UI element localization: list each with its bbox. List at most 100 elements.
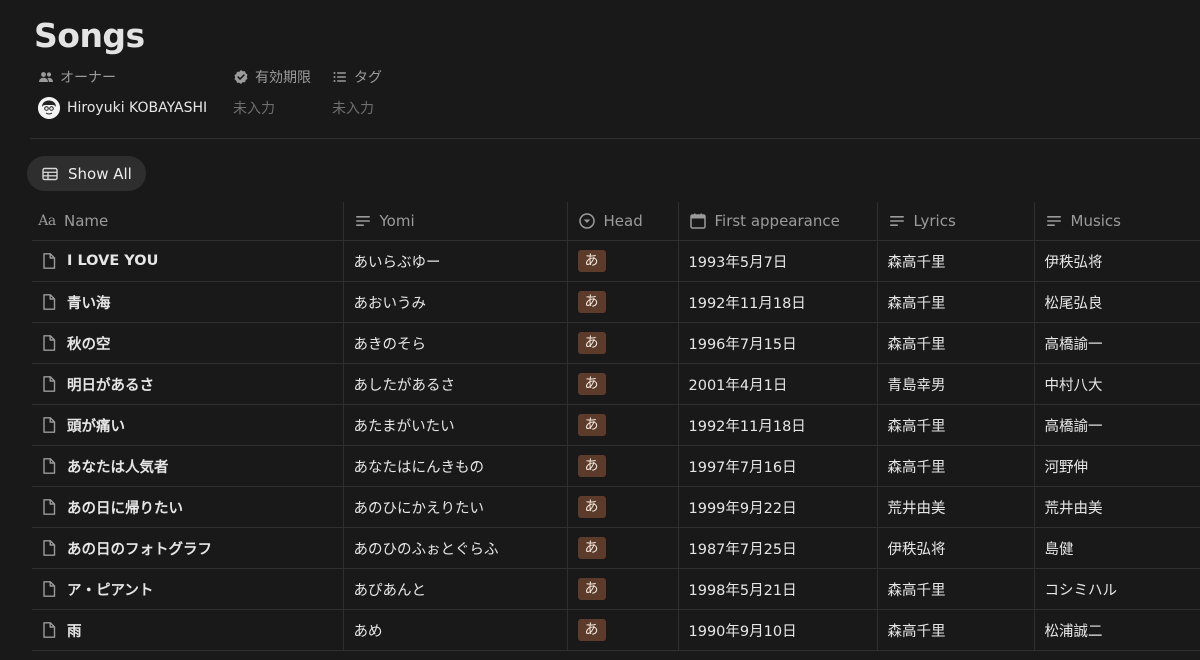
property-owner-label[interactable]: オーナー bbox=[38, 67, 116, 87]
page-icon bbox=[40, 580, 58, 598]
song-name: あの日のフォトグラフ bbox=[67, 541, 212, 558]
column-header-yomi[interactable]: Yomi bbox=[342, 202, 567, 241]
song-name: 青い海 bbox=[67, 295, 111, 312]
column-header-name[interactable]: Aa Name bbox=[32, 202, 343, 241]
musics-cell[interactable]: 島健 bbox=[1033, 527, 1200, 569]
head-cell[interactable]: あ bbox=[566, 568, 678, 610]
musics-cell[interactable]: 高橋諭一 bbox=[1033, 404, 1200, 446]
table-row[interactable]: 頭が痛い あたまがいたい あ 1992年11月18日 森高千里 高橋諭一 bbox=[32, 404, 1200, 446]
first-appearance-cell[interactable]: 1993年5月7日 bbox=[677, 240, 877, 282]
yomi-cell[interactable]: あめ bbox=[342, 609, 567, 651]
head-cell[interactable]: あ bbox=[566, 445, 678, 487]
name-cell[interactable]: あの日のフォトグラフ bbox=[32, 527, 343, 569]
yomi-cell[interactable]: あたまがいたい bbox=[342, 404, 567, 446]
lyrics-cell[interactable]: 森高千里 bbox=[876, 609, 1034, 651]
head-cell[interactable]: あ bbox=[566, 281, 678, 323]
name-cell[interactable]: 青い海 bbox=[32, 281, 343, 323]
first-appearance-cell[interactable]: 1992年11月18日 bbox=[677, 281, 877, 323]
name-cell[interactable]: 雨 bbox=[32, 609, 343, 651]
page-icon bbox=[40, 252, 58, 270]
table-row[interactable]: 秋の空 あきのそら あ 1996年7月15日 森高千里 高橋諭一 bbox=[32, 322, 1200, 364]
table-row[interactable]: あの日に帰りたい あのひにかえりたい あ 1999年9月22日 荒井由美 荒井由… bbox=[32, 486, 1200, 528]
page-icon bbox=[40, 539, 58, 557]
first-appearance-cell[interactable]: 1987年7月25日 bbox=[677, 527, 877, 569]
expiry-value[interactable]: 未入力 bbox=[233, 96, 275, 120]
lyrics-cell[interactable]: 森高千里 bbox=[876, 568, 1034, 610]
song-name: あなたは人気者 bbox=[67, 459, 169, 476]
yomi-cell[interactable]: あのひにかえりたい bbox=[342, 486, 567, 528]
yomi-cell[interactable]: あなたはにんきもの bbox=[342, 445, 567, 487]
name-cell[interactable]: 秋の空 bbox=[32, 322, 343, 364]
yomi-cell[interactable]: あきのそら bbox=[342, 322, 567, 364]
column-header-head[interactable]: Head bbox=[566, 202, 678, 241]
table-row[interactable]: あの日のフォトグラフ あのひのふぉとぐらふ あ 1987年7月25日 伊秩弘将 … bbox=[32, 527, 1200, 569]
lyrics-cell[interactable]: 森高千里 bbox=[876, 404, 1034, 446]
head-tag: あ bbox=[577, 373, 606, 395]
musics-cell[interactable]: 中村八大 bbox=[1033, 363, 1200, 405]
verified-check-icon bbox=[233, 69, 249, 85]
head-cell[interactable]: あ bbox=[566, 527, 678, 569]
column-header-first-appearance-label: First appearance bbox=[714, 212, 840, 230]
name-cell[interactable]: あの日に帰りたい bbox=[32, 486, 343, 528]
first-appearance-cell[interactable]: 2001年4月1日 bbox=[677, 363, 877, 405]
column-header-first-appearance[interactable]: First appearance bbox=[677, 202, 877, 241]
yomi-cell[interactable]: あのひのふぉとぐらふ bbox=[342, 527, 567, 569]
head-cell[interactable]: あ bbox=[566, 363, 678, 405]
table-row[interactable]: あなたは人気者 あなたはにんきもの あ 1997年7月16日 森高千里 河野伸 bbox=[32, 445, 1200, 487]
table-row[interactable]: 明日があるさ あしたがあるさ あ 2001年4月1日 青島幸男 中村八大 bbox=[32, 363, 1200, 405]
name-cell[interactable]: 頭が痛い bbox=[32, 404, 343, 446]
people-icon bbox=[38, 69, 54, 85]
head-cell[interactable]: あ bbox=[566, 322, 678, 364]
first-appearance-cell[interactable]: 1998年5月21日 bbox=[677, 568, 877, 610]
page-icon bbox=[40, 621, 58, 639]
title-property-icon: Aa bbox=[38, 213, 56, 229]
lyrics-cell[interactable]: 森高千里 bbox=[876, 445, 1034, 487]
yomi-cell[interactable]: あぴあんと bbox=[342, 568, 567, 610]
musics-cell[interactable]: 荒井由美 bbox=[1033, 486, 1200, 528]
head-cell[interactable]: あ bbox=[566, 486, 678, 528]
musics-cell[interactable]: コシミハル bbox=[1033, 568, 1200, 610]
head-cell[interactable]: あ bbox=[566, 609, 678, 651]
table-row[interactable]: ア・ピアント あぴあんと あ 1998年5月21日 森高千里 コシミハル bbox=[32, 568, 1200, 610]
first-appearance-cell[interactable]: 1992年11月18日 bbox=[677, 404, 877, 446]
musics-cell[interactable]: 伊秩弘将 bbox=[1033, 240, 1200, 282]
property-tags-label[interactable]: タグ bbox=[332, 67, 382, 87]
songs-table: Aa Name Yomi Head First appearance Lyric… bbox=[32, 202, 1200, 651]
first-appearance-cell[interactable]: 1997年7月16日 bbox=[677, 445, 877, 487]
text-lines-icon bbox=[888, 212, 906, 230]
head-cell[interactable]: あ bbox=[566, 240, 678, 282]
name-cell[interactable]: 明日があるさ bbox=[32, 363, 343, 405]
yomi-cell[interactable]: あしたがあるさ bbox=[342, 363, 567, 405]
musics-cell[interactable]: 河野伸 bbox=[1033, 445, 1200, 487]
head-cell[interactable]: あ bbox=[566, 404, 678, 446]
table-row[interactable]: I LOVE YOU あいらぶゆー あ 1993年5月7日 森高千里 伊秩弘将 bbox=[32, 240, 1200, 282]
table-row[interactable]: 青い海 あおいうみ あ 1992年11月18日 森高千里 松尾弘良 bbox=[32, 281, 1200, 323]
lyrics-cell[interactable]: 伊秩弘将 bbox=[876, 527, 1034, 569]
table-row[interactable]: 雨 あめ あ 1990年9月10日 森高千里 松浦誠二 bbox=[32, 609, 1200, 651]
lyrics-cell[interactable]: 森高千里 bbox=[876, 240, 1034, 282]
yomi-cell[interactable]: あいらぶゆー bbox=[342, 240, 567, 282]
column-header-musics-label: Musics bbox=[1070, 212, 1122, 230]
musics-cell[interactable]: 松浦誠二 bbox=[1033, 609, 1200, 651]
name-cell[interactable]: あなたは人気者 bbox=[32, 445, 343, 487]
musics-cell[interactable]: 高橋諭一 bbox=[1033, 322, 1200, 364]
name-cell[interactable]: I LOVE YOU bbox=[32, 240, 343, 282]
song-name: I LOVE YOU bbox=[67, 253, 159, 269]
owner-value[interactable]: Hiroyuki KOBAYASHI bbox=[38, 96, 207, 120]
lyrics-cell[interactable]: 森高千里 bbox=[876, 322, 1034, 364]
first-appearance-cell[interactable]: 1996年7月15日 bbox=[677, 322, 877, 364]
lyrics-cell[interactable]: 荒井由美 bbox=[876, 486, 1034, 528]
tags-value[interactable]: 未入力 bbox=[332, 96, 374, 120]
musics-cell[interactable]: 松尾弘良 bbox=[1033, 281, 1200, 323]
name-cell[interactable]: ア・ピアント bbox=[32, 568, 343, 610]
first-appearance-cell[interactable]: 1999年9月22日 bbox=[677, 486, 877, 528]
first-appearance-cell[interactable]: 1990年9月10日 bbox=[677, 609, 877, 651]
lyrics-cell[interactable]: 森高千里 bbox=[876, 281, 1034, 323]
property-expiry-label[interactable]: 有効期限 bbox=[233, 67, 311, 87]
view-show-all-button[interactable]: Show All bbox=[27, 156, 146, 191]
column-header-musics[interactable]: Musics bbox=[1033, 202, 1200, 241]
yomi-cell[interactable]: あおいうみ bbox=[342, 281, 567, 323]
column-header-lyrics[interactable]: Lyrics bbox=[876, 202, 1034, 241]
head-tag: あ bbox=[577, 619, 606, 641]
lyrics-cell[interactable]: 青島幸男 bbox=[876, 363, 1034, 405]
